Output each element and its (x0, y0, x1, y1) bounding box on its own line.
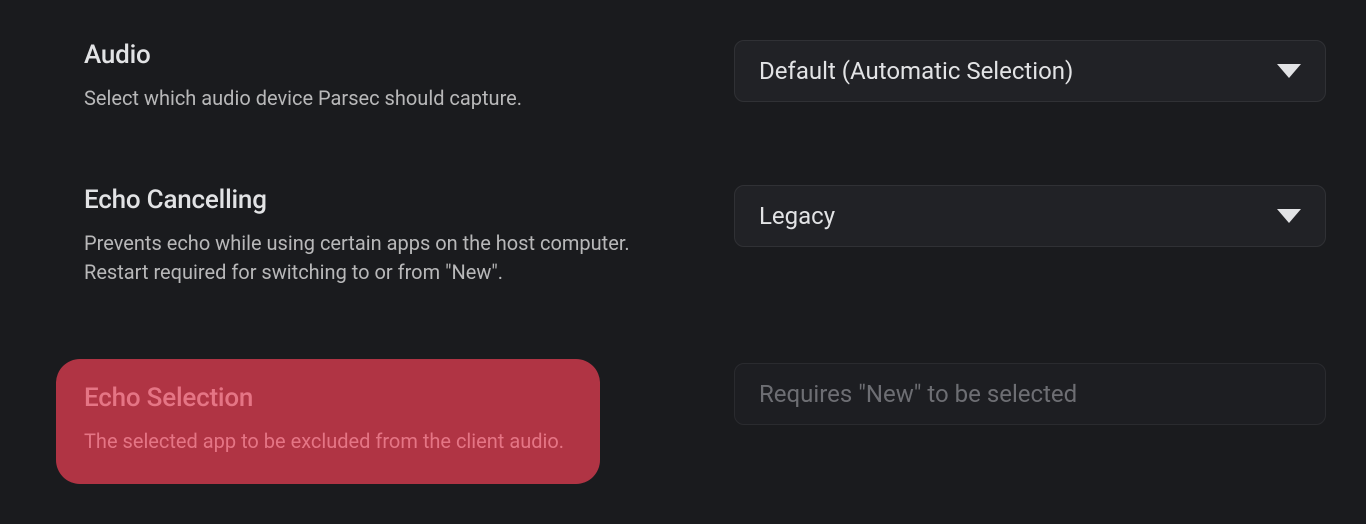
audio-control: Default (Automatic Selection) (734, 40, 1326, 102)
echo-cancelling-description: Prevents echo while using certain apps o… (84, 229, 660, 287)
echo-selection-input[interactable]: Requires "New" to be selected (734, 363, 1326, 425)
echo-selection-setting-row: Echo Selection The selected app to be ex… (0, 359, 1366, 484)
echo-selection-title: Echo Selection (84, 383, 572, 413)
echo-cancelling-label-block: Echo Cancelling Prevents echo while usin… (40, 185, 700, 287)
echo-cancelling-setting-row: Echo Cancelling Prevents echo while usin… (0, 185, 1366, 287)
audio-title: Audio (84, 40, 660, 70)
audio-device-dropdown[interactable]: Default (Automatic Selection) (734, 40, 1326, 102)
chevron-down-icon (1277, 209, 1301, 223)
host-audio-settings-panel: Audio Select which audio device Parsec s… (0, 0, 1366, 524)
echo-cancelling-control: Legacy (734, 185, 1326, 247)
audio-label-block: Audio Select which audio device Parsec s… (40, 40, 700, 113)
echo-cancelling-value: Legacy (759, 202, 1277, 230)
echo-selection-label-block: Echo Selection The selected app to be ex… (56, 359, 600, 484)
echo-cancelling-dropdown[interactable]: Legacy (734, 185, 1326, 247)
echo-cancelling-title: Echo Cancelling (84, 185, 660, 215)
audio-device-value: Default (Automatic Selection) (759, 57, 1277, 85)
audio-description: Select which audio device Parsec should … (84, 84, 660, 113)
echo-selection-control: Requires "New" to be selected (734, 359, 1326, 425)
audio-setting-row: Audio Select which audio device Parsec s… (0, 40, 1366, 113)
chevron-down-icon (1277, 64, 1301, 78)
echo-selection-description: The selected app to be excluded from the… (84, 427, 572, 456)
echo-selection-placeholder: Requires "New" to be selected (759, 380, 1077, 408)
